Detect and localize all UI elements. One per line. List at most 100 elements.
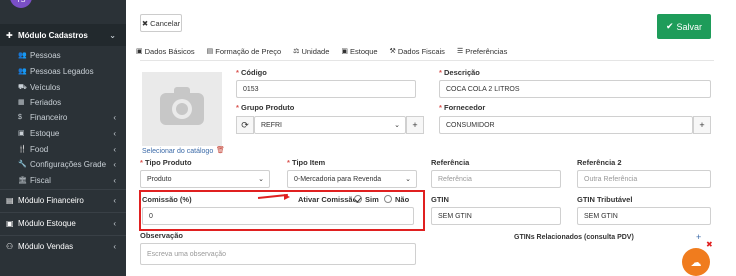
- gtin-tributavel-field[interactable]: SEM GTIN: [577, 207, 711, 225]
- grupo-produto-value: REFRI: [261, 121, 282, 129]
- sidebar-item-pessoas[interactable]: 👥 Pessoas: [0, 48, 126, 62]
- gtin-field[interactable]: SEM GTIN: [431, 207, 561, 225]
- sidebar-item-food[interactable]: 🍴 Food ‹: [0, 142, 126, 156]
- sidebar-module-label: Módulo Estoque: [18, 219, 76, 228]
- sliders-icon: ☰: [456, 48, 464, 55]
- product-image[interactable]: [142, 72, 222, 146]
- dollar-icon: $: [18, 113, 22, 121]
- camera-icon: [160, 87, 204, 125]
- sidebar-module-financeiro[interactable]: ▤ Módulo Financeiro ‹: [0, 189, 126, 211]
- add-gtin-icon[interactable]: +: [696, 232, 701, 242]
- cancel-button[interactable]: ✖ Cancelar: [140, 14, 182, 32]
- chevron-left-icon: ‹: [113, 196, 116, 205]
- sidebar-module-label: Módulo Cadastros: [18, 30, 88, 40]
- fornecedor-label: * Fornecedor: [439, 103, 486, 112]
- sidebar-module-vendas[interactable]: ⚇ Módulo Vendas ‹: [0, 235, 126, 257]
- tipo-produto-select[interactable]: Produto ⌄: [140, 170, 270, 188]
- tipo-item-select[interactable]: 0-Mercadoria para Revenda ⌄: [287, 170, 417, 188]
- codigo-field[interactable]: 0153: [236, 80, 416, 98]
- sidebar: TS ✚ Módulo Cadastros ⌄ 👥 Pessoas 👥 Pess…: [0, 0, 126, 276]
- sidebar-item-estoque[interactable]: ▣ Estoque ‹: [0, 126, 126, 140]
- referencia2-label: Referência 2: [577, 158, 622, 167]
- chevron-down-icon: ⌄: [405, 176, 411, 183]
- users-icon: 👥: [18, 68, 27, 75]
- sidebar-item-label: Feriados: [30, 97, 62, 107]
- save-button-label: Salvar: [676, 21, 703, 32]
- box-icon: ▣: [18, 130, 25, 137]
- referencia2-field[interactable]: Outra Referência: [577, 170, 711, 188]
- sidebar-item-label: Food: [30, 144, 49, 154]
- scale-icon: ⚖: [293, 48, 300, 55]
- sidebar-item-feriados[interactable]: ▦ Feriados: [0, 95, 126, 109]
- users-icon: 👥: [18, 52, 27, 59]
- money-icon: ▤: [206, 48, 214, 55]
- grupo-produto-label: * Grupo Produto: [236, 103, 295, 112]
- chevron-left-icon: ‹: [113, 159, 116, 169]
- tab-bar: ▣ Dados Básicos ▤ Formação de Preço ⚖ Un…: [136, 44, 519, 58]
- avatar[interactable]: TS: [10, 0, 32, 8]
- tab-preferencias[interactable]: ☰ Preferências: [457, 44, 507, 58]
- grupo-produto-select[interactable]: REFRI ⌄: [254, 116, 406, 134]
- refresh-button[interactable]: ⟳: [236, 116, 254, 134]
- chevron-left-icon: ‹: [113, 242, 116, 251]
- sidebar-item-veiculos[interactable]: ⛟ Veículos: [0, 80, 126, 94]
- referencia-field[interactable]: Referência: [431, 170, 561, 188]
- chevron-left-icon: ‹: [113, 175, 116, 185]
- select-catalog-link[interactable]: Selecionar do catálogo: [142, 148, 213, 155]
- codigo-label: * Código: [236, 68, 267, 77]
- refresh-icon: ⟳: [241, 119, 249, 130]
- sidebar-module-label: Módulo Financeiro: [18, 196, 84, 205]
- add-fornecedor-button[interactable]: +: [693, 116, 711, 134]
- plus-icon: +: [699, 120, 705, 130]
- chevron-left-icon: ‹: [113, 144, 116, 154]
- box-icon: ▣: [6, 219, 14, 228]
- food-icon: 🍴: [18, 146, 27, 153]
- check-icon: ✔: [665, 21, 674, 31]
- tab-unidade[interactable]: ⚖ Unidade: [293, 44, 329, 58]
- money-icon: ▤: [6, 196, 14, 205]
- tab-label: Preferências: [465, 46, 508, 56]
- tab-dados-fiscais[interactable]: ⚒ Dados Fiscais: [390, 44, 445, 58]
- tab-estoque[interactable]: ▣ Estoque: [341, 44, 377, 58]
- tipo-produto-value: Produto: [147, 175, 172, 183]
- box-icon: ▣: [341, 48, 349, 55]
- tab-label: Unidade: [301, 46, 330, 56]
- gtins-relacionados-label: GTINs Relacionados (consulta PDV): [514, 234, 634, 241]
- sidebar-item-financeiro[interactable]: $ Financeiro ‹: [0, 110, 126, 124]
- plus-icon: +: [412, 120, 418, 130]
- sidebar-item-label: Veículos: [30, 82, 61, 92]
- descricao-label: * Descrição: [439, 68, 480, 77]
- tipo-produto-label: * Tipo Produto: [140, 158, 192, 167]
- highlight-box: [139, 190, 425, 231]
- annotation-arrow-head: [284, 194, 290, 200]
- sidebar-module-cadastros[interactable]: ✚ Módulo Cadastros ⌄: [0, 24, 126, 46]
- main-content: ✖ Cancelar ✔ Salvar ▣ Dados Básicos ▤ Fo…: [126, 0, 736, 276]
- sidebar-item-label: Pessoas Legados: [30, 66, 94, 76]
- sidebar-item-label: Pessoas: [30, 50, 61, 60]
- fornecedor-field[interactable]: CONSUMIDOR: [439, 116, 693, 134]
- sidebar-item-pessoas-legados[interactable]: 👥 Pessoas Legados: [0, 64, 126, 78]
- car-icon: ⛟: [18, 83, 27, 91]
- save-button[interactable]: ✔ Salvar: [657, 14, 711, 39]
- calendar-icon: ▦: [18, 99, 25, 106]
- descricao-field[interactable]: COCA COLA 2 LITROS: [439, 80, 711, 98]
- sidebar-item-fiscal[interactable]: 🏛 Fiscal ‹: [0, 173, 126, 187]
- trash-icon[interactable]: 🗑: [216, 146, 225, 154]
- sidebar-item-configuracoes-grade[interactable]: 🔧 Configurações Grade ‹: [0, 157, 126, 171]
- observacao-label: Observação: [140, 231, 183, 240]
- tab-formacao-preco[interactable]: ▤ Formação de Preço: [207, 44, 282, 58]
- referencia-label: Referência: [431, 158, 470, 167]
- tab-label: Estoque: [350, 46, 378, 56]
- chevron-left-icon: ‹: [113, 219, 116, 228]
- close-icon[interactable]: ✖: [706, 240, 713, 249]
- add-grupo-button[interactable]: +: [406, 116, 424, 134]
- wrench-icon: 🔧: [18, 161, 27, 168]
- tab-dados-basicos[interactable]: ▣ Dados Básicos: [136, 44, 195, 58]
- sidebar-module-estoque[interactable]: ▣ Módulo Estoque ‹: [0, 212, 126, 234]
- chevron-left-icon: ‹: [113, 128, 116, 138]
- gtin-label: GTIN: [431, 195, 449, 204]
- sidebar-module-label: Módulo Vendas: [18, 242, 74, 251]
- chevron-left-icon: ‹: [113, 112, 116, 122]
- observacao-field[interactable]: Escreva uma observação: [140, 243, 416, 265]
- chat-icon[interactable]: ☁: [682, 248, 710, 276]
